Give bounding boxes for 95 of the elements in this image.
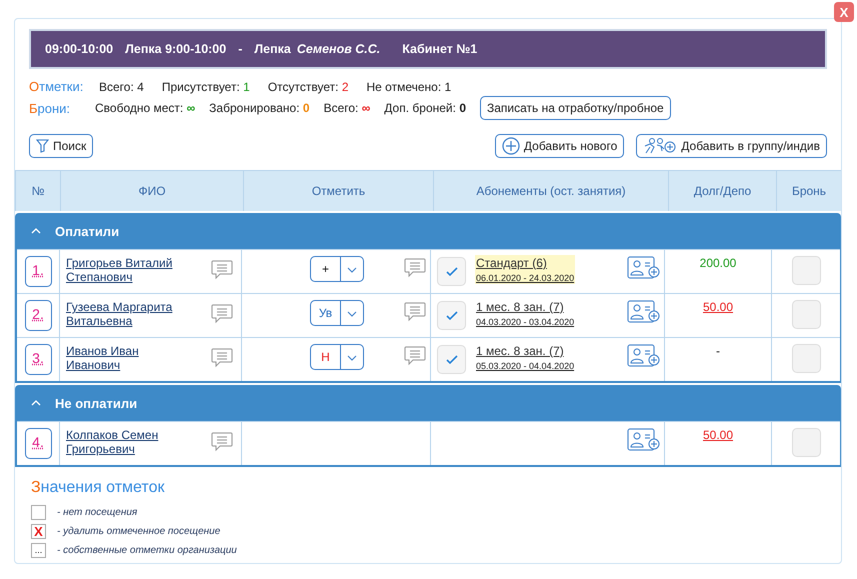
legend-text: - собственные отметки организации xyxy=(57,545,237,556)
group-header[interactable]: Не оплатили xyxy=(15,385,841,421)
mark-select[interactable]: Ув xyxy=(310,300,364,326)
contact-card-add-icon[interactable] xyxy=(627,344,661,368)
column-header: Долг/Депо xyxy=(668,171,776,211)
custom-mark-sample: ... xyxy=(31,543,46,558)
delete-mark-sample: X xyxy=(31,524,46,539)
comment-icon[interactable] xyxy=(404,346,426,366)
row-number-button[interactable]: 4. xyxy=(24,428,52,459)
row-number-button[interactable]: 1. xyxy=(24,256,52,287)
stat-value: 0 xyxy=(302,101,310,115)
add-new-button[interactable]: Добавить нового xyxy=(494,134,624,158)
subscription-dates-link[interactable]: 05.03.2020 - 04.04.2020 xyxy=(476,361,574,371)
comment-icon[interactable] xyxy=(211,304,233,324)
add-to-group-button[interactable]: Добавить в группу/индив xyxy=(636,134,827,158)
stat-label: Отсутствует: xyxy=(268,80,338,94)
stat-value: 0 xyxy=(459,101,466,115)
stat-label: Всего: xyxy=(99,80,134,94)
balance-value[interactable]: 50.00 xyxy=(702,300,734,314)
group-title: Не оплатили xyxy=(55,396,138,410)
marks-title: Отметки: xyxy=(29,79,81,94)
group-header[interactable]: Оплатили xyxy=(15,213,841,249)
legend-text: - удалить отмеченное посещение xyxy=(57,526,220,537)
row-number-button[interactable]: 2. xyxy=(24,300,52,331)
subject-name: Лепка xyxy=(254,42,291,56)
subscription-checkbox[interactable] xyxy=(437,301,466,330)
stat-value: 1 xyxy=(444,80,452,94)
student-name-link[interactable]: Иванов Иван Иванович xyxy=(66,344,196,372)
student-name-link[interactable]: Колпаков Семен Григорьевич xyxy=(66,428,196,456)
people-add-icon xyxy=(643,137,678,155)
comment-icon[interactable] xyxy=(211,432,233,452)
column-header: Бронь xyxy=(776,171,841,211)
column-header: ФИО xyxy=(60,171,243,211)
plus-circle-icon xyxy=(502,137,520,155)
stat-value: ∞ xyxy=(186,101,196,115)
stat-label: Всего: xyxy=(324,101,358,115)
check-icon xyxy=(446,310,458,320)
stat-value: 1 xyxy=(243,80,250,94)
check-icon xyxy=(446,354,458,364)
subscription-link[interactable]: Стандарт (6) xyxy=(476,256,574,270)
balance-value: - xyxy=(716,344,720,358)
column-header: Отметить xyxy=(243,171,433,211)
booking-checkbox[interactable] xyxy=(792,344,820,373)
caret-icon xyxy=(31,400,41,406)
contact-card-add-icon[interactable] xyxy=(627,300,661,324)
group-title: Оплатили xyxy=(55,224,120,238)
teacher-name: Семенов С.С. xyxy=(296,42,380,56)
comment-icon[interactable] xyxy=(211,260,233,280)
booking-checkbox[interactable] xyxy=(792,428,820,457)
stat-label: Не отмечено: xyxy=(366,80,442,94)
subscription-checkbox[interactable] xyxy=(437,257,466,286)
subscription-link[interactable]: 1 мес. 8 зан. (7) xyxy=(476,344,574,358)
trial-signup-button[interactable]: Записать на отработку/пробное xyxy=(480,96,671,120)
row-number-button[interactable]: 3. xyxy=(24,344,52,375)
mark-select[interactable]: Н xyxy=(310,344,364,370)
mark-select[interactable]: + xyxy=(310,256,364,282)
comment-icon[interactable] xyxy=(404,258,426,278)
stat-value: 4 xyxy=(137,80,144,94)
stat-label: Присутствует: xyxy=(162,80,240,94)
balance-value[interactable]: 50.00 xyxy=(702,428,734,442)
bookings-title: Брони: xyxy=(29,100,72,116)
booking-checkbox[interactable] xyxy=(792,256,820,285)
comment-icon[interactable] xyxy=(404,302,426,322)
chevron-down-icon xyxy=(347,311,357,317)
legend-text: - нет посещения xyxy=(57,507,138,518)
student-name-link[interactable]: Гузеева Маргарита Витальевна xyxy=(66,300,196,328)
subscription-checkbox[interactable] xyxy=(437,345,466,374)
contact-card-add-icon[interactable] xyxy=(627,256,661,280)
column-header: Абонементы (ост. занятия) xyxy=(433,171,668,211)
search-button[interactable]: Поиск xyxy=(29,134,94,158)
stat-label: Свободно мест: xyxy=(95,101,184,115)
legend-title: Значения отметок xyxy=(31,479,166,497)
filter-icon xyxy=(36,139,49,153)
stat-label: Доп. броней: xyxy=(384,101,456,115)
column-header: № xyxy=(15,171,60,211)
chevron-down-icon xyxy=(347,355,357,361)
subscription-link[interactable]: 1 мес. 8 зан. (7) xyxy=(476,300,574,314)
stat-value: 2 xyxy=(342,80,348,94)
booking-checkbox[interactable] xyxy=(792,300,820,329)
lesson-time: 09:00-10:00 xyxy=(45,42,114,56)
stat-label: Забронировано: xyxy=(209,101,300,115)
chevron-down-icon xyxy=(347,267,357,273)
comment-icon[interactable] xyxy=(211,348,233,368)
subscription-dates-link[interactable]: 04.03.2020 - 03.04.2020 xyxy=(476,317,574,327)
room-name: Кабинет №1 xyxy=(402,42,478,56)
student-name-link[interactable]: Григорьев Виталий Степанович xyxy=(66,256,196,284)
check-icon xyxy=(446,266,458,276)
caret-icon xyxy=(31,228,41,234)
empty-mark-sample xyxy=(31,505,46,520)
contact-card-add-icon[interactable] xyxy=(627,428,661,452)
lesson-name: Лепка 9:00-10:00 xyxy=(125,42,226,56)
separator: - xyxy=(238,42,242,56)
balance-value: 200.00 xyxy=(700,256,736,270)
subscription-dates-link[interactable]: 06.01.2020 - 24.03.2020 xyxy=(476,273,574,283)
stat-value: ∞ xyxy=(362,101,370,115)
